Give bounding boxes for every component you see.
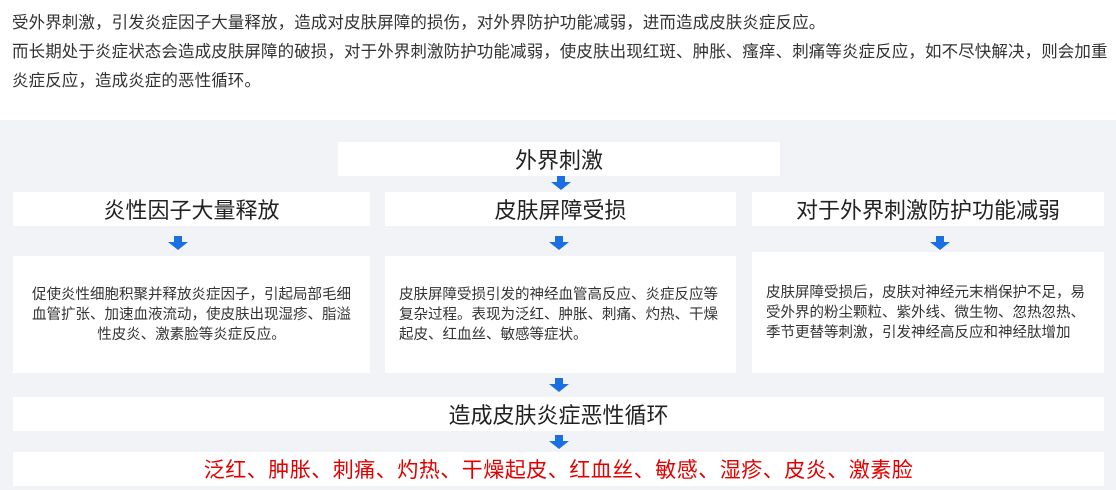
node-vicious-cycle: 造成皮肤炎症恶性循环: [13, 397, 1104, 431]
diagram-panel: 外界刺激 炎性因子大量释放 皮肤屏障受损 对于外界刺激防护功能减弱 促使炎性细胞…: [0, 120, 1116, 490]
node-protection-weakened: 对于外界刺激防护功能减弱: [752, 192, 1104, 226]
symptoms-list: 泛红、肿胀、刺痛、灼热、干燥起皮、红血丝、敏感、湿疹、皮炎、激素脸: [13, 452, 1104, 486]
node-inflammatory-factor-release: 炎性因子大量释放: [13, 192, 370, 226]
arrow-down-icon: [929, 236, 951, 250]
node-skin-barrier-damaged: 皮肤屏障受损: [385, 192, 736, 226]
intro-text: 受外界刺激，引发炎症因子大量释放，造成对皮肤屏障的损伤，对外界防护功能减弱，进而…: [12, 8, 1112, 95]
arrow-down-icon: [548, 236, 570, 250]
arrow-down-icon: [548, 435, 570, 449]
intro-line-2: 而长期处于炎症状态会造成皮肤屏障的破损，对于外界刺激防护功能减弱，使皮肤出现红斑…: [12, 42, 1108, 90]
arrow-down-icon: [548, 378, 570, 392]
arrow-down-icon: [550, 176, 572, 190]
arrow-down-icon: [167, 236, 189, 250]
node-external-stimulus: 外界刺激: [338, 142, 780, 176]
desc-protection-weakened: 皮肤屏障受损后，皮肤对神经元末梢保护不足，易受外界的粉尘颗粒、紫外线、微生物、忽…: [752, 252, 1104, 373]
desc-skin-barrier: 皮肤屏障受损引发的神经血管高反应、炎症反应等复杂过程。表现为泛红、肿胀、刺痛、灼…: [385, 256, 736, 373]
intro-line-1: 受外界刺激，引发炎症因子大量释放，造成对皮肤屏障的损伤，对外界防护功能减弱，进而…: [12, 13, 826, 32]
desc-inflammatory-factor: 促使炎性细胞积聚并释放炎症因子，引起局部毛细血管扩张、加速血液流动，使皮肤出现湿…: [13, 256, 370, 373]
